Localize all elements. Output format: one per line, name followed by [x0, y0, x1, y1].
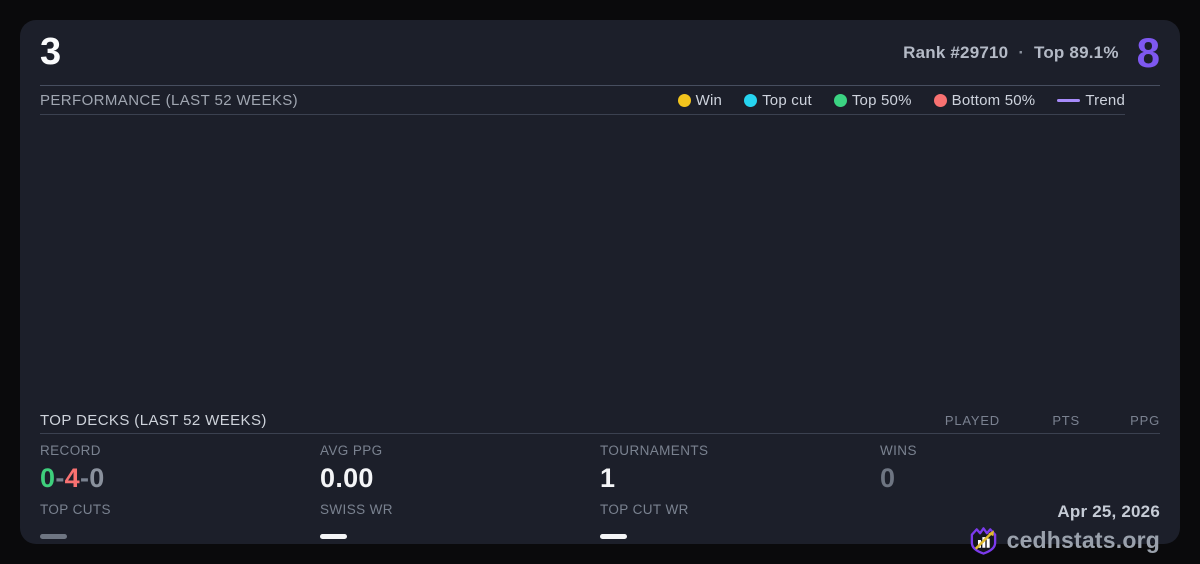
bottom-50-dot-icon [933, 93, 947, 107]
top-decks-column-headers: PLAYED PTS PPG [920, 413, 1160, 428]
record-separator: - [55, 463, 65, 493]
top-cut-dot-icon [744, 93, 758, 107]
branding-block: Apr 25, 2026 cedhstats.org [880, 502, 1160, 556]
rank-area: Rank #29710 · Top 89.1% 8 [903, 28, 1160, 76]
rank-label: Rank #29710 [903, 42, 1009, 62]
legend-item-bottom-50: Bottom 50% [933, 91, 1036, 109]
top-cuts-stat: TOP CUTS [40, 502, 320, 556]
separator-dot: · [1018, 42, 1025, 62]
wins-value: 0 [880, 463, 896, 493]
wins-stat: WINS 0 [880, 443, 1160, 492]
legend-item-top-cut: Top cut [744, 92, 812, 109]
stats-card: 3 Rank #29710 · Top 89.1% 8 PERFORMANCE … [20, 20, 1180, 556]
performance-header: PERFORMANCE (LAST 52 WEEKS) Win Top cut … [40, 86, 1125, 115]
page-background: 3 Rank #29710 · Top 89.1% 8 PERFORMANCE … [0, 0, 1200, 564]
record-label: RECORD [40, 443, 101, 458]
legend-item-win: Win [677, 91, 723, 109]
swiss-wr-stat: SWISS WR [320, 502, 600, 556]
record-value: 0-4-0 [40, 464, 320, 492]
swiss-wr-label: SWISS WR [320, 502, 393, 518]
top-cut-wr-label: TOP CUT WR [600, 502, 689, 518]
win-dot-icon [677, 93, 691, 107]
tournaments-label: TOURNAMENTS [600, 443, 709, 458]
column-header-ppg: PPG [1130, 412, 1160, 428]
record-draws: 0 [89, 463, 105, 493]
top-percent-label: Top 89.1% [1034, 42, 1119, 62]
brand-link[interactable]: cedhstats.org [968, 525, 1160, 556]
record-losses: 4 [64, 463, 80, 493]
card-header: 3 Rank #29710 · Top 89.1% 8 [40, 20, 1160, 86]
record-wins: 0 [40, 463, 56, 493]
tournaments-value: 1 [600, 463, 616, 493]
column-header-pts: PTS [1052, 412, 1080, 428]
legend-label-bottom-50: Bottom 50% [951, 91, 1036, 109]
top-cut-wr-empty-dash [600, 534, 627, 540]
record-separator: - [79, 463, 90, 493]
record-stat: RECORD 0-4-0 [40, 443, 320, 492]
avg-ppg-stat: AVG PPG 0.00 [320, 443, 600, 492]
column-header-played: PLAYED [944, 412, 1000, 428]
legend-item-top-50: Top 50% [833, 91, 912, 109]
top-50-dot-icon [833, 93, 847, 107]
score-number: 8 [1136, 28, 1160, 76]
legend-label-top-cut: Top cut [762, 91, 812, 109]
legend-label-win: Win [695, 91, 723, 109]
top-cuts-empty-dash [40, 534, 67, 540]
legend-label-top-50: Top 50% [851, 91, 912, 109]
top-cut-wr-stat: TOP CUT WR [600, 502, 880, 556]
avg-ppg-label: AVG PPG [320, 443, 383, 458]
trend-line-icon [1057, 98, 1081, 102]
legend-label-trend: Trend [1085, 91, 1125, 109]
brand-name: cedhstats.org [1006, 527, 1160, 554]
top-decks-header: TOP DECKS (LAST 52 WEEKS) PLAYED PTS PPG [40, 407, 1160, 434]
wins-label: WINS [880, 443, 917, 458]
card-date: Apr 25, 2026 [1057, 502, 1160, 522]
avg-ppg-value: 0.00 [320, 463, 374, 493]
swiss-wr-empty-dash [320, 534, 347, 540]
cedhstats-logo-icon [970, 527, 996, 556]
top-cuts-label: TOP CUTS [40, 502, 111, 518]
stats-grid: RECORD 0-4-0 AVG PPG 0.00 TOURNAMENTS 1 … [40, 434, 1160, 556]
legend-item-trend: Trend [1057, 92, 1125, 109]
performance-section-title: PERFORMANCE (LAST 52 WEEKS) [40, 91, 299, 109]
top-decks-section-title: TOP DECKS (LAST 52 WEEKS) [40, 411, 267, 429]
performance-chart-area [40, 115, 1160, 407]
tournaments-stat: TOURNAMENTS 1 [600, 443, 880, 492]
chart-legend: Win Top cut Top 50% Bottom 50% Trend [677, 91, 1125, 109]
card-title-number: 3 [40, 31, 62, 73]
